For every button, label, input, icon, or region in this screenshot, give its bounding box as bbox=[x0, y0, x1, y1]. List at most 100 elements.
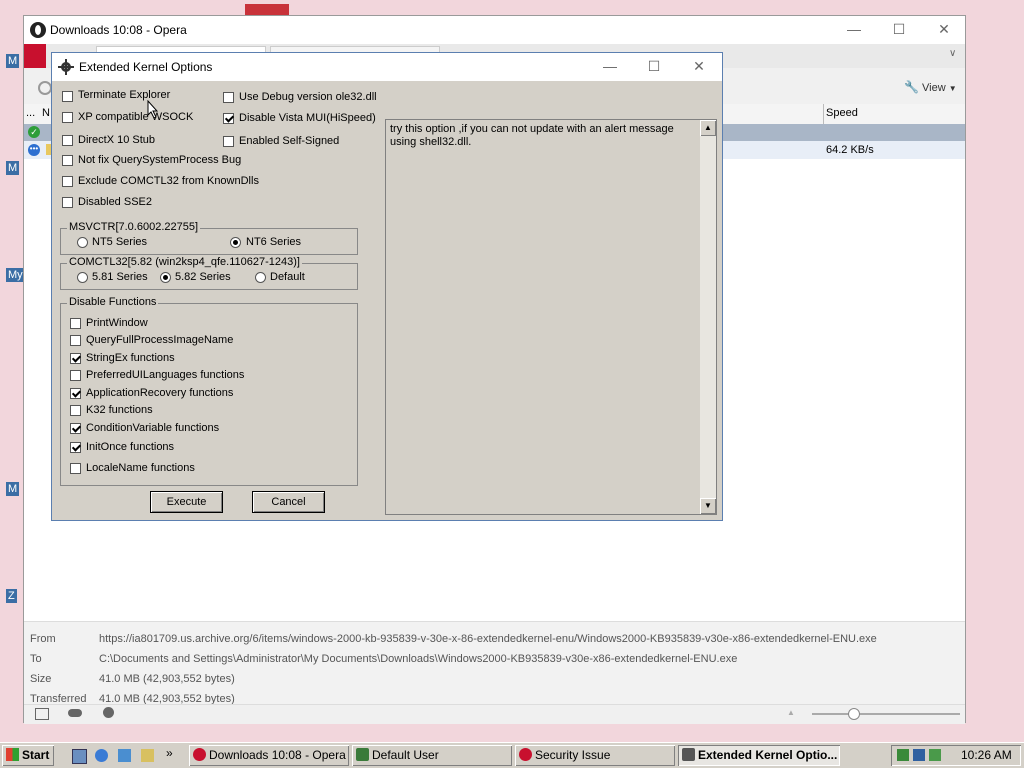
outlook-express-icon[interactable] bbox=[118, 749, 131, 762]
task-button-opera[interactable]: Downloads 10:08 - Opera bbox=[189, 745, 349, 766]
description-scrollbar[interactable]: ▲ ▼ bbox=[700, 120, 716, 514]
option-description-box[interactable]: try this option ,if you can not update w… bbox=[385, 119, 717, 515]
comctl-581-label: 5.81 Series bbox=[92, 271, 148, 283]
zoom-slider-track[interactable] bbox=[812, 713, 960, 715]
debug-ole32-label: Use Debug version ole32.dll bbox=[239, 91, 377, 103]
task-button-extended-kernel[interactable]: Extended Kernel Optio... bbox=[678, 745, 840, 766]
xp-wsock-checkbox[interactable] bbox=[62, 112, 73, 123]
nt6-series-label: NT6 Series bbox=[246, 236, 302, 248]
taskbar: Start » Downloads 10:08 - Opera Default … bbox=[0, 742, 1024, 768]
desktop-icon-label[interactable]: M bbox=[6, 161, 20, 175]
column-header-dots[interactable]: ... bbox=[26, 107, 35, 119]
dialog-maximize-button[interactable]: ☐ bbox=[644, 56, 664, 76]
desktop-icon-label[interactable]: My bbox=[6, 268, 25, 282]
msvcrt-group: MSVCTR[7.0.6002.22755] NT5 Series NT6 Se… bbox=[60, 221, 358, 255]
terminate-explorer-checkbox[interactable] bbox=[62, 91, 73, 102]
nt5-series-radio[interactable] bbox=[77, 237, 88, 248]
gear-icon bbox=[58, 59, 74, 75]
desktop-icon-label[interactable]: M bbox=[6, 482, 20, 496]
disabled-sse2-checkbox[interactable] bbox=[62, 197, 73, 208]
mouse-cursor-icon bbox=[147, 100, 159, 119]
cancel-button[interactable]: Cancel bbox=[252, 491, 325, 513]
tab-menu-chevron-icon[interactable]: ∨ bbox=[949, 48, 956, 59]
more-chevron-icon[interactable]: » bbox=[166, 746, 173, 760]
initonce-checkbox[interactable] bbox=[70, 442, 81, 453]
comctl32-group: COMCTL32[5.82 (win2ksp4_qfe.110627-1243)… bbox=[60, 256, 358, 290]
conditionvariable-checkbox[interactable] bbox=[70, 423, 81, 434]
task-label: Default User bbox=[372, 748, 439, 762]
close-button[interactable]: ✕ bbox=[934, 19, 954, 39]
chevron-down-icon: ▼ bbox=[948, 84, 957, 93]
localename-checkbox[interactable] bbox=[70, 463, 81, 474]
column-header-name[interactable]: N bbox=[42, 107, 50, 119]
zoom-up-arrow-icon[interactable]: ▲ bbox=[787, 708, 795, 717]
view-label: View bbox=[922, 82, 946, 94]
scroll-down-arrow-icon[interactable]: ▼ bbox=[700, 498, 716, 514]
show-desktop-icon[interactable] bbox=[72, 749, 87, 764]
enabled-self-signed-checkbox[interactable] bbox=[223, 136, 234, 147]
task-button-default-user[interactable]: Default User bbox=[352, 745, 512, 766]
tray-app-icon[interactable] bbox=[929, 749, 941, 761]
extended-kernel-options-dialog: Extended Kernel Options — ☐ ✕ Terminate … bbox=[51, 52, 723, 521]
start-label: Start bbox=[22, 748, 50, 762]
queryfullprocessimagename-checkbox[interactable] bbox=[70, 335, 81, 346]
directx10-stub-checkbox[interactable] bbox=[62, 135, 73, 146]
comctl32-group-title: COMCTL32[5.82 (win2ksp4_qfe.110627-1243)… bbox=[67, 256, 302, 268]
ie-browser-icon[interactable] bbox=[95, 749, 108, 762]
k32-functions-checkbox[interactable] bbox=[70, 405, 81, 416]
opera-status-bar: ▲ bbox=[24, 704, 965, 724]
comctl-582-label: 5.82 Series bbox=[175, 271, 231, 283]
from-value[interactable]: https://ia801709.us.archive.org/6/items/… bbox=[99, 633, 877, 645]
search-icon[interactable] bbox=[141, 749, 154, 762]
task-label: Extended Kernel Optio... bbox=[698, 748, 838, 762]
comctl-default-radio[interactable] bbox=[255, 272, 266, 283]
initonce-label: InitOnce functions bbox=[86, 441, 175, 453]
opera-logo-icon bbox=[30, 22, 46, 38]
zoom-slider-handle[interactable] bbox=[848, 708, 860, 720]
desktop-icon-label[interactable]: Z bbox=[6, 589, 17, 603]
stringex-checkbox[interactable] bbox=[70, 353, 81, 364]
cloud-icon[interactable] bbox=[68, 709, 82, 717]
start-button[interactable]: Start bbox=[2, 745, 54, 766]
task-label: Security Issue bbox=[535, 748, 611, 762]
scroll-up-arrow-icon[interactable]: ▲ bbox=[700, 120, 716, 136]
network-icon[interactable] bbox=[897, 749, 909, 761]
query-system-process-checkbox[interactable] bbox=[62, 155, 73, 166]
stop-icon[interactable] bbox=[38, 81, 52, 95]
view-menu[interactable]: 🔧 View ▼ bbox=[904, 80, 957, 94]
clock[interactable]: 10:26 AM bbox=[961, 748, 1012, 762]
dialog-minimize-button[interactable]: — bbox=[600, 56, 620, 76]
printwindow-checkbox[interactable] bbox=[70, 318, 81, 329]
debug-ole32-checkbox[interactable] bbox=[223, 92, 234, 103]
stringex-label: StringEx functions bbox=[86, 352, 175, 364]
volume-icon[interactable] bbox=[913, 749, 925, 761]
exclude-comctl32-checkbox[interactable] bbox=[62, 176, 73, 187]
comctl-581-radio[interactable] bbox=[77, 272, 88, 283]
disable-vista-mui-checkbox[interactable] bbox=[223, 113, 234, 124]
preferreduilanguages-checkbox[interactable] bbox=[70, 370, 81, 381]
opera-icon bbox=[519, 748, 532, 761]
in-progress-icon: ••• bbox=[28, 144, 40, 156]
minimize-button[interactable]: — bbox=[844, 19, 864, 39]
speedometer-icon[interactable] bbox=[103, 707, 114, 718]
download-speed: 64.2 KB/s bbox=[826, 144, 874, 156]
to-label: To bbox=[30, 653, 42, 665]
system-tray: 10:26 AM bbox=[891, 745, 1021, 766]
opera-icon bbox=[193, 748, 206, 761]
comctl-582-radio[interactable] bbox=[160, 272, 171, 283]
applicationrecovery-checkbox[interactable] bbox=[70, 388, 81, 399]
disable-functions-title: Disable Functions bbox=[67, 296, 159, 308]
dialog-close-button[interactable]: ✕ bbox=[689, 56, 709, 76]
execute-button[interactable]: Execute bbox=[150, 491, 223, 513]
to-value[interactable]: C:\Documents and Settings\Administrator\… bbox=[99, 653, 737, 665]
opera-menu-button[interactable] bbox=[24, 44, 46, 68]
task-button-security-issue[interactable]: Security Issue bbox=[515, 745, 675, 766]
panel-toggle-icon[interactable] bbox=[35, 708, 49, 720]
maximize-button[interactable]: ☐ bbox=[889, 19, 909, 39]
dialog-titlebar[interactable]: Extended Kernel Options — ☐ ✕ bbox=[52, 53, 722, 81]
nt6-series-radio[interactable] bbox=[230, 237, 241, 248]
desktop-icon-label[interactable]: M bbox=[6, 54, 20, 68]
task-label: Downloads 10:08 - Opera bbox=[209, 748, 346, 762]
opera-titlebar[interactable]: Downloads 10:08 - Opera — ☐ ✕ bbox=[24, 16, 965, 44]
column-header-speed[interactable]: Speed bbox=[826, 107, 858, 119]
